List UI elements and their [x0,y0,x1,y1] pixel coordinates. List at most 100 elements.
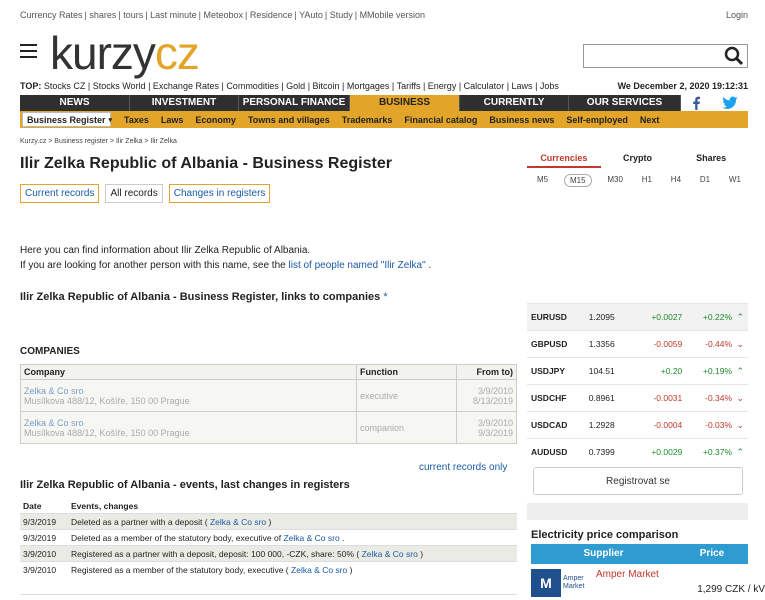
timeframe-m30[interactable]: M30 [604,174,626,187]
tab-shares[interactable]: Shares [674,148,748,168]
divider [20,594,517,600]
quicklink[interactable]: Laws [512,81,533,91]
tab-crypto[interactable]: Crypto [601,148,675,168]
top-link[interactable]: Last minute [150,10,197,20]
quicklink[interactable]: Energy [428,81,457,91]
company-link[interactable]: Zelka & Co sro [362,549,418,559]
from-date: 3/9/2010 [477,417,513,428]
company-link[interactable]: Zelka & Co sro [283,533,339,543]
timeframe-m5[interactable]: M5 [534,174,551,187]
breadcrumb[interactable]: Kurzy.cz > Business register > Ilir Zelk… [20,138,177,145]
register-button[interactable]: Registrovat se [533,467,743,495]
chevron-down-icon[interactable]: ▾ [103,116,119,124]
timeframe-d1[interactable]: D1 [697,174,713,187]
nav-our-services[interactable]: OUR SERVICES [569,95,681,111]
people-list-link[interactable]: list of people named "Ilir Zelka" [289,260,426,271]
login-link[interactable]: Login [726,10,748,20]
rate-change: +0.20 [660,366,683,376]
company-link[interactable]: Zelka & Co sro [24,418,353,428]
sub-nav: Business Register ▾ Taxes Laws Economy To… [20,111,748,128]
company-link[interactable]: Zelka & Co sro [210,517,266,527]
kurzy-logo[interactable]: kurzycz [50,30,200,76]
tab-currencies[interactable]: Currencies [527,148,601,168]
nav-news[interactable]: NEWS [20,95,130,111]
search-input[interactable] [583,44,748,68]
facebook-icon[interactable] [691,96,701,110]
top-link[interactable]: YAuto [299,10,323,20]
event-text: Registered as a partner with a deposit, … [68,545,517,562]
rate-row[interactable]: USDJPY 104.51 +0.20 +0.19% ⌃ [527,357,748,384]
rate-change: +0.0027 [651,312,683,322]
subnav-business-news[interactable]: Business news [483,115,560,125]
timeframe-h4[interactable]: H4 [668,174,684,187]
subnav-towns[interactable]: Towns and villages [242,115,336,125]
nav-currently[interactable]: CURRENTLY [460,95,569,111]
quicklink[interactable]: Gold [286,81,305,91]
rate-percent: +0.37% [702,447,733,457]
timeframe-m15[interactable]: M15 [563,174,592,187]
tab-all-records[interactable]: All records [105,184,163,203]
nav-business[interactable]: BUSINESS [350,95,460,111]
nav-personal-finance[interactable]: PERSONAL FINANCE [239,95,350,111]
rate-row[interactable]: AUDUSD 0.7399 +0.0029 +0.37% ⌃ [527,438,748,465]
hamburger-menu-icon[interactable] [20,44,37,58]
subnav-trademarks[interactable]: Trademarks [336,115,399,125]
col-from-to: From to) [456,364,517,380]
top-link[interactable]: Meteobox [203,10,243,20]
rate-row[interactable]: USDCHF 0.8961 -0.0031 -0.34% ⌄ [527,384,748,411]
events-table: Date Events, changes 9/3/2019 Deleted as… [20,499,517,578]
quicklink[interactable]: Mortgages [347,81,390,91]
subnav-self-employed[interactable]: Self-employed [560,115,634,125]
timeframe-w1[interactable]: W1 [726,174,744,187]
quicklink[interactable]: Jobs [540,81,559,91]
tab-changes-in-registers[interactable]: Changes in registers [168,184,271,203]
rate-row[interactable]: EURUSD 1.2095 +0.0027 +0.22% ⌃ [527,303,748,330]
timeframe-selector: M5 M15 M30 H1 H4 D1 W1 [530,174,748,187]
rate-value: 1.2095 [588,312,615,322]
nav-investment[interactable]: INVESTMENT [130,95,239,111]
col-company: Company [20,364,357,380]
quicklink[interactable]: Stocks World [93,81,146,91]
subnav-taxes[interactable]: Taxes [118,115,155,125]
twitter-icon[interactable] [722,96,738,110]
to-date: 9/3/2019 [477,427,513,438]
market-tabs: Currencies Crypto Shares [527,148,748,168]
quicklink[interactable]: Commodities [226,81,279,91]
rate-value: 104.51 [588,366,615,376]
subnav-financial-catalog[interactable]: Financial catalog [398,115,483,125]
supplier-link[interactable]: Amper Market [596,569,659,580]
subnav-business-register[interactable]: Business Register [22,112,111,127]
subnav-next[interactable]: Next [634,115,666,125]
quicklink[interactable]: Bitcoin [313,81,340,91]
timeframe-h1[interactable]: H1 [639,174,655,187]
table-row: Zelka & Co sro Musílkova 488/12, Košíře, … [20,411,517,444]
company-link[interactable]: Zelka & Co sro [291,565,347,575]
search-icon[interactable] [723,46,745,66]
top-link[interactable]: tours [123,10,143,20]
electricity-table-header: Supplier Price [531,544,748,564]
top-link[interactable]: Currency Rates [20,10,83,20]
top-link[interactable]: shares [89,10,116,20]
top-link[interactable]: Study [330,10,353,20]
subnav-laws[interactable]: Laws [155,115,190,125]
quicklink[interactable]: Stocks CZ [44,81,86,91]
current-records-only-link[interactable]: current records only [419,462,507,473]
event-text: Deleted as a member of the statutory bod… [68,529,517,546]
electricity-row[interactable]: M Amper Market Amper Market 1,299 CZK / … [531,566,765,600]
company-link[interactable]: Zelka & Co sro [24,386,353,396]
quicklink[interactable]: Calculator [464,81,505,91]
col-function: Function [356,364,457,380]
intro-line: Here you can find information about Ilir… [20,245,311,256]
mobile-version-link[interactable]: Mobile version [367,10,425,20]
quicklink[interactable]: Tariffs [397,81,421,91]
asterisk-note[interactable]: * [383,291,387,303]
tab-current-records[interactable]: Current records [20,184,100,203]
top-link[interactable]: M [360,10,368,20]
subnav-economy[interactable]: Economy [189,115,242,125]
rate-row[interactable]: GBPUSD 1.3356 -0.0059 -0.44% ⌄ [527,330,748,357]
ad-placeholder [527,503,748,520]
rate-chart-area [527,195,748,300]
top-link[interactable]: Residence [250,10,293,20]
quicklink[interactable]: Exchange Rates [153,81,219,91]
rate-row[interactable]: USDCAD 1.2928 -0.0004 -0.03% ⌄ [527,411,748,438]
